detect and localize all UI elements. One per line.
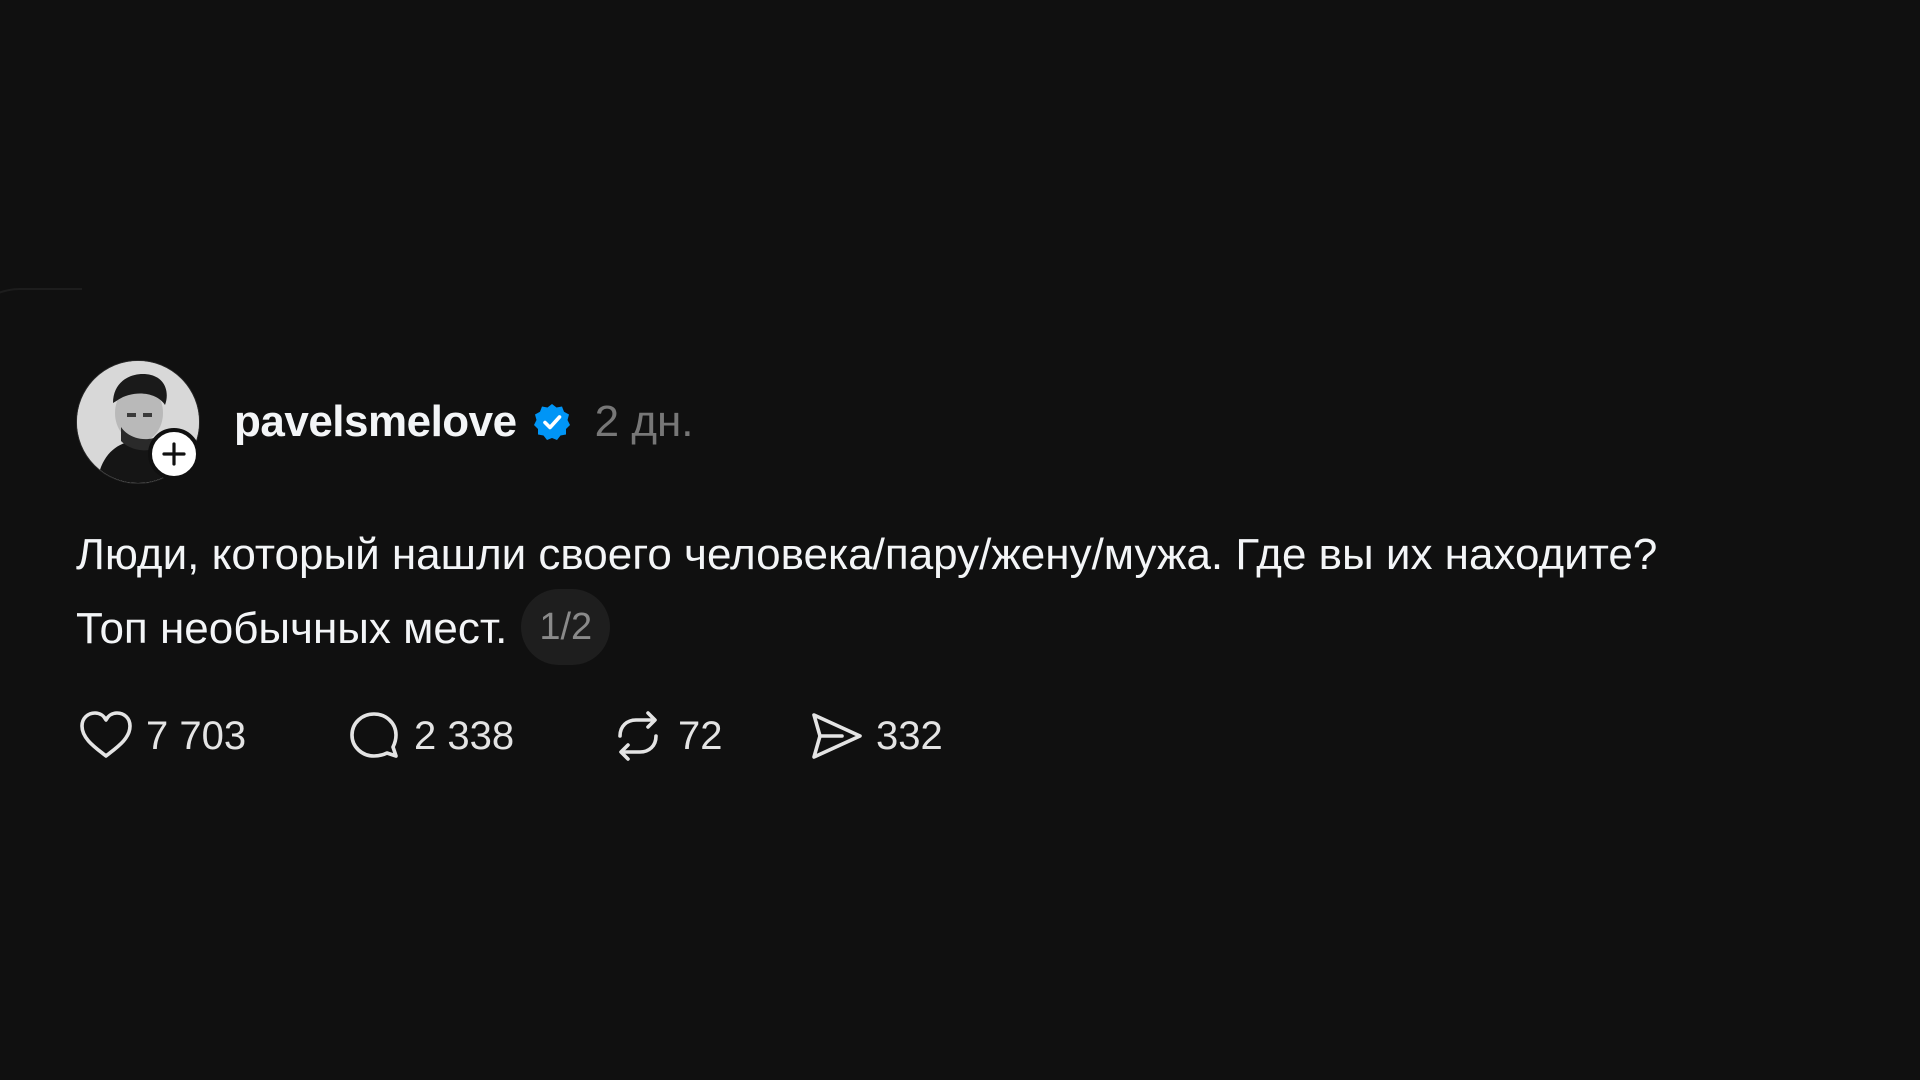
- avatar-container[interactable]: [76, 360, 200, 484]
- like-count: 7 703: [146, 713, 247, 758]
- card-edge-decoration: [0, 288, 82, 410]
- comment-bubble-icon: [350, 712, 398, 759]
- repost-count: 72: [678, 713, 723, 758]
- post-text-line-2: Топ необычных мест. 1/2: [76, 589, 1876, 669]
- send-icon: [812, 713, 862, 760]
- share-button[interactable]: 332: [806, 701, 943, 771]
- post-timestamp[interactable]: 2 дн.: [595, 397, 694, 447]
- post-text-line-2-content: Топ необычных мест.: [76, 604, 508, 653]
- post: pavelsmelove 2 дн. Люди, который нашли с…: [76, 360, 1876, 771]
- like-button[interactable]: 7 703: [76, 701, 344, 771]
- share-count: 332: [876, 713, 943, 758]
- post-text-line-1: Люди, который нашли своего человека/пару…: [76, 530, 1658, 579]
- post-text: Люди, который нашли своего человека/пару…: [76, 518, 1876, 669]
- post-header: pavelsmelove 2 дн.: [76, 360, 1876, 484]
- thread-pager-badge[interactable]: 1/2: [521, 589, 611, 666]
- repost-button[interactable]: 72: [608, 701, 806, 771]
- comment-button[interactable]: 2 338: [344, 701, 608, 771]
- plus-icon: [162, 442, 186, 466]
- threads-page: pavelsmelove 2 дн. Люди, который нашли с…: [0, 0, 1920, 1080]
- repost-icon: [618, 711, 658, 762]
- follow-button[interactable]: [148, 428, 200, 480]
- post-actions: 7 703 2 338 72 332: [76, 701, 1876, 771]
- username-link[interactable]: pavelsmelove: [234, 397, 517, 447]
- heart-icon: [80, 711, 132, 759]
- verified-badge-icon: [531, 401, 573, 443]
- comment-count: 2 338: [414, 713, 515, 758]
